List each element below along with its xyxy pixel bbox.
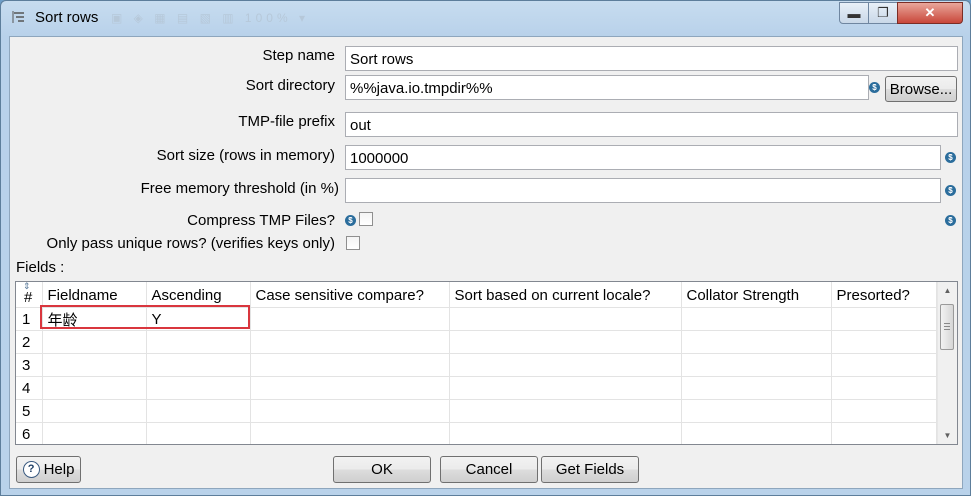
locale-cell[interactable] — [449, 422, 682, 444]
help-button-label: Help — [43, 461, 75, 478]
compress-tmp-label: Compress TMP Files? — [187, 212, 335, 229]
column-header-presorted[interactable]: Presorted? — [831, 282, 937, 308]
variable-icon[interactable]: $ — [945, 185, 956, 196]
minimize-button[interactable]: ▬ — [839, 2, 869, 24]
title-bar[interactable]: Sort rows ▣ ◈ ▦ ▤ ▧ ▥ 100% ▾ ▬ ❐ ✕ — [1, 1, 970, 35]
help-icon: ? — [22, 461, 40, 478]
background-toolbar-ghost: ▣ ◈ ▦ ▤ ▧ ▥ 100% ▾ — [111, 11, 309, 25]
unique-rows-checkbox[interactable] — [346, 236, 360, 250]
table-row[interactable]: 4 — [16, 376, 937, 400]
scrollbar-thumb[interactable] — [940, 304, 954, 350]
sort-directory-label: Sort directory — [245, 77, 335, 94]
column-header-locale[interactable]: Sort based on current locale? — [449, 282, 682, 308]
collator-cell[interactable] — [681, 399, 832, 423]
variable-icon[interactable]: $ — [945, 152, 956, 163]
row-number: 5 — [16, 399, 43, 423]
table-header-row: ⇕ # Fieldname Ascending Case sensitive c… — [16, 282, 937, 308]
column-header-collator[interactable]: Collator Strength — [681, 282, 832, 308]
variable-icon[interactable]: $ — [869, 82, 880, 93]
row-number: 1 — [16, 307, 43, 331]
highlighted-row-annotation — [40, 305, 250, 329]
ok-button[interactable]: OK — [333, 456, 431, 483]
sort-size-label: Sort size (rows in memory) — [156, 147, 335, 164]
presorted-cell[interactable] — [831, 353, 937, 377]
sort-directory-input[interactable]: %%java.io.tmpdir%% — [345, 75, 869, 100]
sort-size-input[interactable]: 1000000 — [345, 145, 941, 170]
table-row[interactable]: 3 — [16, 353, 937, 377]
presorted-cell[interactable] — [831, 422, 937, 444]
fields-label: Fields : — [16, 259, 65, 276]
variable-icon[interactable]: $ — [945, 215, 956, 226]
collator-cell[interactable] — [681, 330, 832, 354]
compress-tmp-checkbox[interactable] — [359, 212, 373, 226]
free-memory-label: Free memory threshold (in %) — [140, 180, 339, 197]
locale-cell[interactable] — [449, 330, 682, 354]
ascending-cell[interactable] — [146, 353, 251, 377]
fieldname-cell[interactable] — [42, 330, 147, 354]
row-number: 6 — [16, 422, 43, 444]
row-number: 3 — [16, 353, 43, 377]
step-name-label: Step name — [262, 47, 335, 64]
grip-line — [944, 329, 950, 330]
tmp-prefix-label: TMP-file prefix — [238, 113, 335, 130]
table-row[interactable]: 5 — [16, 399, 937, 423]
close-button[interactable]: ✕ — [897, 2, 963, 24]
case-sensitive-cell[interactable] — [250, 353, 450, 377]
ascending-cell[interactable] — [146, 422, 251, 444]
presorted-cell[interactable] — [831, 330, 937, 354]
collator-cell[interactable] — [681, 353, 832, 377]
collator-cell[interactable] — [681, 307, 832, 331]
locale-cell[interactable] — [449, 353, 682, 377]
collator-cell[interactable] — [681, 376, 832, 400]
fieldname-cell[interactable] — [42, 376, 147, 400]
column-header-case-sensitive[interactable]: Case sensitive compare? — [250, 282, 450, 308]
ascending-cell[interactable] — [146, 330, 251, 354]
table-row[interactable]: 6 — [16, 422, 937, 444]
help-button[interactable]: ? Help — [16, 456, 81, 483]
unique-rows-label: Only pass unique rows? (verifies keys on… — [46, 235, 335, 252]
presorted-cell[interactable] — [831, 399, 937, 423]
ascending-cell[interactable] — [146, 399, 251, 423]
column-header-rownum[interactable]: ⇕ # — [16, 282, 43, 308]
browse-button[interactable]: Browse... — [885, 76, 957, 102]
ascending-cell[interactable] — [146, 376, 251, 400]
table-row[interactable]: 2 — [16, 330, 937, 354]
presorted-cell[interactable] — [831, 376, 937, 400]
case-sensitive-cell[interactable] — [250, 422, 450, 444]
fieldname-cell[interactable] — [42, 399, 147, 423]
case-sensitive-cell[interactable] — [250, 376, 450, 400]
row-number: 4 — [16, 376, 43, 400]
case-sensitive-cell[interactable] — [250, 399, 450, 423]
locale-cell[interactable] — [449, 376, 682, 400]
column-header-label: # — [24, 289, 33, 306]
grip-line — [944, 323, 950, 324]
fieldname-cell[interactable] — [42, 422, 147, 444]
tmp-prefix-input[interactable]: out — [345, 112, 958, 137]
window-title: Sort rows — [35, 9, 99, 26]
locale-cell[interactable] — [449, 307, 682, 331]
free-memory-input[interactable] — [345, 178, 941, 203]
collator-cell[interactable] — [681, 422, 832, 444]
fieldname-cell[interactable] — [42, 353, 147, 377]
scroll-down-arrow-icon[interactable]: ▼ — [938, 427, 957, 444]
sort-rows-dialog: Sort rows ▣ ◈ ▦ ▤ ▧ ▥ 100% ▾ ▬ ❐ ✕ Step … — [0, 0, 971, 496]
variable-icon[interactable]: $ — [345, 215, 356, 226]
case-sensitive-cell[interactable] — [250, 307, 450, 331]
grip-line — [944, 326, 950, 327]
case-sensitive-cell[interactable] — [250, 330, 450, 354]
vertical-scrollbar[interactable]: ▲ ▼ — [937, 282, 957, 444]
cancel-button[interactable]: Cancel — [440, 456, 538, 483]
column-header-fieldname[interactable]: Fieldname — [42, 282, 147, 308]
column-header-ascending[interactable]: Ascending — [146, 282, 251, 308]
row-number: 2 — [16, 330, 43, 354]
presorted-cell[interactable] — [831, 307, 937, 331]
get-fields-button[interactable]: Get Fields — [541, 456, 639, 483]
sort-rows-icon — [12, 11, 24, 23]
locale-cell[interactable] — [449, 399, 682, 423]
maximize-button[interactable]: ❐ — [868, 2, 898, 24]
step-name-input[interactable]: Sort rows — [345, 46, 958, 71]
scroll-up-arrow-icon[interactable]: ▲ — [938, 282, 957, 299]
